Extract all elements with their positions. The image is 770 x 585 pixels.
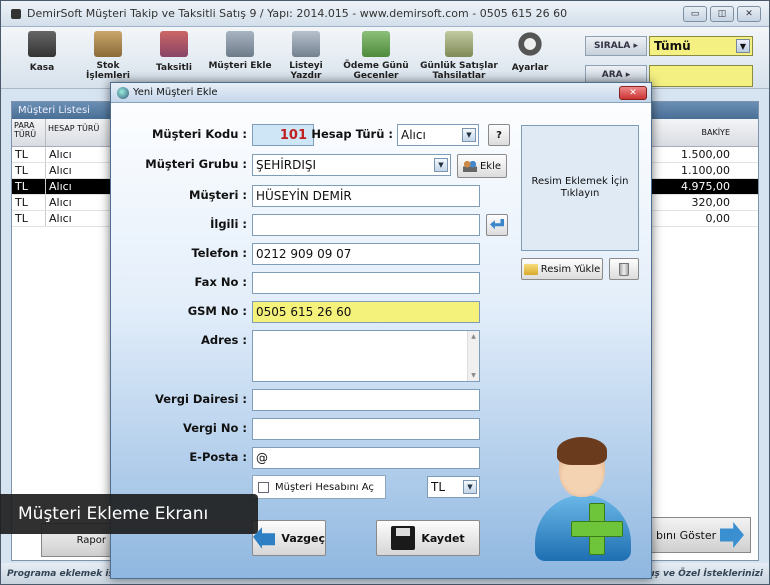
customer-add-icon [226,31,254,57]
gear-icon [516,31,544,57]
cancel-button[interactable]: Vazgeç [252,520,326,556]
enter-arrow-icon [490,219,504,230]
daily-sales-icon [445,31,473,57]
address-scrollbar[interactable]: ▲ ▼ [467,331,479,381]
toolbar-taksitli[interactable]: Taksitli [141,31,207,73]
currency-select[interactable]: TL ▼ [427,476,480,498]
photo-drop-area[interactable]: Resim Eklemek İçin Tıklayın [521,125,639,251]
save-button[interactable]: Kaydet [376,520,480,556]
sort-label: SIRALA ▸ [585,36,647,56]
phone-field[interactable]: 0212 909 09 07 [252,243,480,265]
chevron-down-icon: ▼ [463,480,477,494]
label-tax-no: Vergi No : [182,421,247,435]
related-enter-button[interactable] [486,214,508,236]
toolbar-stok[interactable]: Stok İşlemleri [75,31,141,81]
address-textarea[interactable]: ▲ ▼ [252,330,480,382]
customer-name-field[interactable]: HÜSEYİN DEMİR [252,185,480,207]
cash-register-icon [28,31,56,57]
toolbar-ayarlar[interactable]: Ayarlar [497,31,563,73]
checkbox-icon [258,481,269,493]
label-fax: Fax No : [194,275,248,289]
box-icon [94,31,122,57]
folder-icon [523,263,538,275]
minimize-button[interactable]: ▭ [683,6,707,22]
sort-row: SIRALA ▸ Tümü ▼ [585,36,753,56]
status-left: Programa eklemek iste [7,568,125,579]
user-add-illustration-icon [531,433,643,573]
print-list-icon [292,31,320,57]
status-right: atış ve Özel İsteklerinizi [641,568,763,579]
window-titlebar: DemirSoft Müşteri Takip ve Taksitli Satı… [1,1,769,27]
toolbar-listeyi-yazdir[interactable]: Listeyi Yazdır [273,31,339,81]
label-customer-group: Müşteri Grubu : [145,157,247,171]
group-add-button[interactable]: Ekle [457,154,507,178]
users-icon [462,160,477,172]
dialog-close-button[interactable]: ✕ [619,86,647,100]
sort-select[interactable]: Tümü ▼ [649,36,753,56]
label-address: Adres : [200,333,247,347]
label-related: İlgili : [210,217,247,231]
search-input[interactable] [649,65,753,87]
toolbar-odeme-gunu[interactable]: Ödeme Günü Gecenler [343,31,409,81]
label-gsm: GSM No : [187,304,247,318]
dialog-titlebar: Yeni Müşteri Ekle [111,83,651,103]
chevron-down-icon: ▼ [462,128,476,142]
col-balance[interactable]: BAKİYE [701,128,730,137]
app-icon [11,8,21,19]
tax-office-field[interactable] [252,389,480,411]
fax-field[interactable] [252,272,480,294]
window-controls: ▭ ◫ ✕ [683,6,761,22]
label-phone: Telefon : [191,246,247,260]
label-customer: Müşteri : [189,188,247,202]
account-type-select[interactable]: Alıcı ▼ [397,124,479,146]
toolbar-gunluk-satislar[interactable]: Günlük Satışlar Tahsilatlar [419,31,499,81]
trash-icon [619,262,629,276]
screen-caption: Müşteri Ekleme Ekranı [0,494,258,534]
payment-icon [362,31,390,57]
customer-icon [117,86,129,99]
dialog-title: Yeni Müşteri Ekle [133,87,218,98]
tax-no-field[interactable] [252,418,480,440]
chevron-down-icon: ▼ [736,39,750,53]
window-title: DemirSoft Müşteri Takip ve Taksitli Satı… [27,7,568,20]
chevron-down-icon: ▼ [434,158,448,172]
col-currency[interactable]: PARA TÜRÜ [12,119,46,146]
floppy-disk-icon [391,526,416,550]
toolbar-musteri-ekle[interactable]: Müşteri Ekle [207,31,273,71]
email-field[interactable]: @ [252,447,480,469]
label-email: E-Posta : [189,450,247,464]
show-button[interactable]: bını Göster [651,517,751,553]
label-customer-code: Müşteri Kodu : [151,127,247,141]
photo-delete-button[interactable] [609,258,639,280]
related-field[interactable] [252,214,480,236]
close-window-button[interactable]: ✕ [737,6,761,22]
label-tax-office: Vergi Dairesi : [154,392,247,406]
installment-icon [160,31,188,57]
photo-load-button[interactable]: Resim Yükle [521,258,603,280]
maximize-button[interactable]: ◫ [710,6,734,22]
customer-group-select[interactable]: ŞEHİRDIŞI ▼ [252,154,451,176]
open-account-checkbox[interactable]: Müşteri Hesabını Aç [252,475,386,499]
toolbar-kasa[interactable]: Kasa [9,31,75,73]
help-button[interactable]: ? [488,124,510,146]
label-account-type: Hesap Türü : [311,127,393,141]
gsm-field[interactable]: 0505 615 26 60 [252,301,480,323]
arrow-right-icon [720,522,744,548]
